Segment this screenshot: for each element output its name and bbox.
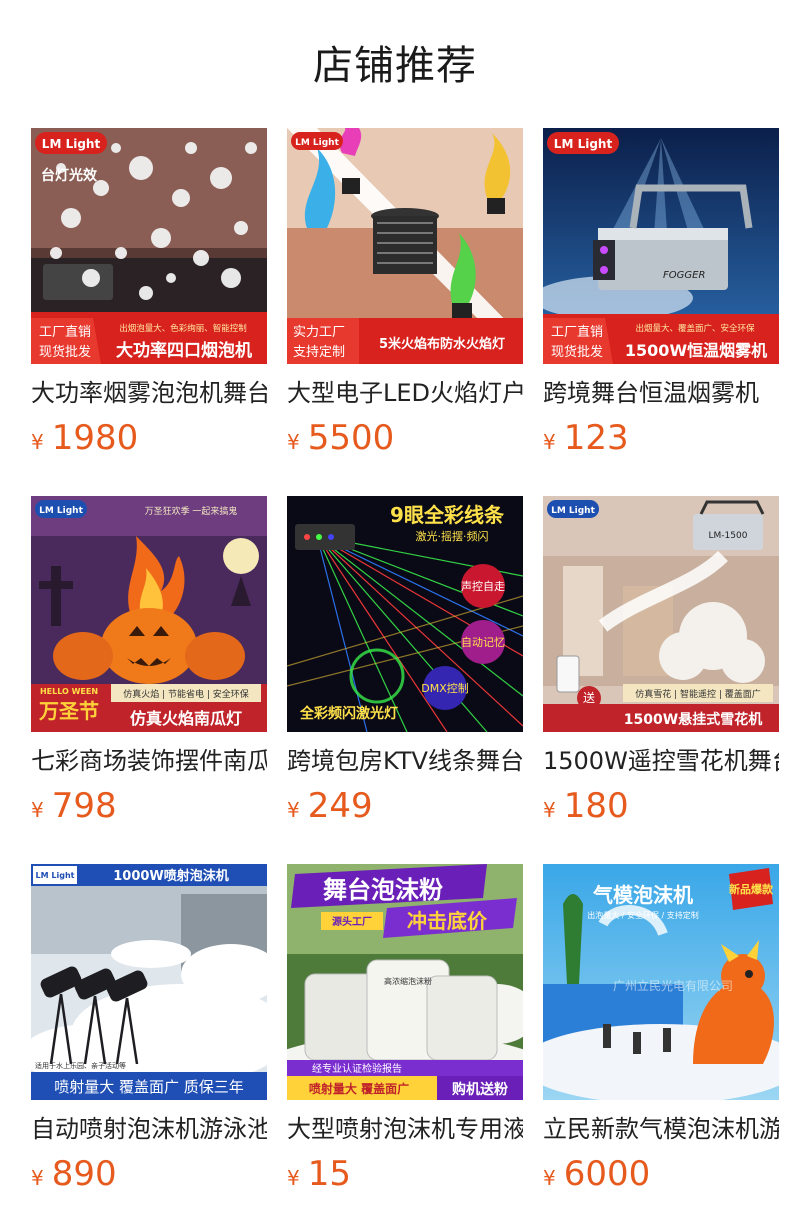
product-name[interactable]: 跨境舞台恒温烟雾机 [543, 376, 779, 410]
price-value: 123 [563, 418, 629, 458]
image-tagline: 仿真雪花 | 智能遥控 | 覆盖面广 [635, 688, 761, 700]
image-ribbon: 源头工厂 [332, 915, 372, 928]
currency-symbol: ¥ [543, 430, 556, 454]
price-value: 180 [563, 786, 629, 826]
price-value: 249 [307, 786, 373, 826]
image-headline: 5米火焰布防水火焰灯 [379, 336, 505, 352]
image-headline: 1500W恒温烟雾机 [625, 341, 767, 360]
currency-symbol: ¥ [287, 1166, 300, 1190]
image-tagline: 出烟泡量大、色彩绚丽、智能控制 [119, 323, 247, 334]
brand-logo: LM Light [39, 506, 83, 516]
image-headline: 1500W悬挂式雪花机 [624, 711, 762, 728]
product-price: ¥6000 [543, 1152, 650, 1196]
image-gift: 送 [583, 690, 595, 705]
currency-symbol: ¥ [543, 798, 556, 822]
image-strip: 经专业认证检验报告 [312, 1062, 402, 1075]
laser-light-image[interactable]: 9眼全彩线条 激光·摇摆·频闪 声控自走 自动记忆 DMX控制 全彩频闪激光灯 [287, 496, 523, 732]
price-value: 890 [51, 1154, 117, 1194]
product-price: ¥890 [31, 1152, 117, 1196]
image-subline: 出泡量大 / 安全环保 / 支持定制 [587, 910, 699, 920]
device-label: FOGGER [663, 270, 705, 281]
image-slogan: 冲击底价 [407, 909, 488, 933]
image-headline: 气模泡沫机 [592, 883, 693, 907]
image-bag-label: 高浓缩泡沫粉 [384, 976, 432, 986]
flame-light-image[interactable]: LM Light 实力工厂 支持定制 5米火焰布防水火焰灯 [287, 128, 523, 364]
fog-machine-image[interactable]: FOGGER LM Light 工厂直销 现货批发 出烟量大、覆盖面广、安全环保… [543, 128, 779, 364]
image-tagline: 仿真火焰 | 节能省电 | 安全环保 [123, 688, 249, 700]
pumpkin-flame-lamp-image[interactable]: LM Light 万圣狂欢季 一起来搞鬼 仿真火焰 | 节能省电 | 安全环保 … [31, 496, 267, 732]
image-sign: 台灯光效 [41, 167, 98, 184]
image-header-text: 万圣狂欢季 一起来搞鬼 [145, 505, 238, 517]
product-name[interactable]: 大功率烟雾泡泡机舞台 [31, 376, 267, 410]
image-headline: 仿真火焰南瓜灯 [130, 709, 242, 728]
price-value: 6000 [563, 1154, 651, 1194]
product-name[interactable]: 大型喷射泡沫机专用液 [287, 1112, 523, 1146]
currency-symbol: ¥ [287, 430, 300, 454]
foam-cannon-image[interactable]: LM Light 1000W喷射泡沫机 适用于水上乐园、亲子活动等 喷射量大 覆… [31, 864, 267, 1100]
price-value: 1980 [51, 418, 139, 458]
image-headline: 9眼全彩线条 [390, 503, 505, 527]
currency-symbol: ¥ [543, 1166, 556, 1190]
image-badge-line-2: 现货批发 [39, 344, 91, 360]
device-label: LM-1500 [709, 531, 748, 541]
image-headline: 大功率四口烟泡机 [116, 340, 252, 361]
price-value: 5500 [307, 418, 395, 458]
inflatable-foam-machine-image[interactable]: 气模泡沫机 出泡量大 / 安全环保 / 支持定制 新品爆款 广州立民光电有限公司 [543, 864, 779, 1100]
currency-symbol: ¥ [31, 430, 44, 454]
image-headline: 舞台泡沫粉 [323, 876, 443, 904]
currency-symbol: ¥ [31, 798, 44, 822]
price-value: 798 [51, 786, 117, 826]
brand-logo: LM Light [295, 138, 339, 148]
image-stamp: 万圣节 [38, 699, 99, 723]
product-name[interactable]: 立民新款气模泡沫机游乐 [543, 1112, 779, 1146]
brand-logo: LM Light [42, 137, 101, 151]
image-badge-line-1: 工厂直销 [39, 325, 91, 340]
image-bubble-2: 自动记忆 [461, 636, 505, 649]
bubble-machine-image[interactable]: LM Light 台灯光效 工厂直销 现货批发 出烟泡量大、色彩绚丽、智能控制 … [31, 128, 267, 364]
product-price: ¥180 [543, 784, 629, 828]
product-price: ¥798 [31, 784, 117, 828]
currency-symbol: ¥ [287, 798, 300, 822]
image-tagline: 出烟量大、覆盖面广、安全环保 [635, 323, 755, 334]
product-name[interactable]: 七彩商场装饰摆件南瓜灯 [31, 744, 267, 778]
product-name[interactable]: 1500W遥控雪花机舞台 [543, 744, 779, 778]
image-badge-line-2: 现货批发 [551, 344, 603, 360]
image-banner: 1000W喷射泡沫机 [113, 868, 229, 884]
image-badge: 新品爆款 [729, 882, 774, 896]
image-bubble-1: 声控自走 [461, 579, 505, 593]
product-name[interactable]: 跨境包房KTV线条舞台灯 [287, 744, 523, 778]
product-price: ¥15 [287, 1152, 351, 1196]
product-price: ¥123 [543, 416, 629, 460]
foam-powder-bags-image[interactable]: 高浓缩泡沫粉 舞台泡沫粉 冲击底价 源头工厂 经专业认证检验报告 喷射量大 覆盖… [287, 864, 523, 1100]
price-value: 15 [307, 1154, 351, 1194]
page-title: 店铺推荐 [313, 43, 477, 89]
image-note: 适用于水上乐园、亲子活动等 [35, 1061, 126, 1070]
brand-logo: LM Light [554, 137, 613, 151]
image-footer-left: 喷射量大 覆盖面广 [309, 1081, 409, 1096]
image-footer: 全彩频闪激光灯 [299, 705, 398, 722]
image-bubble-3: DMX控制 [421, 681, 469, 695]
image-badge-line-1: 工厂直销 [551, 325, 603, 340]
image-badge-line-2: 支持定制 [293, 345, 345, 360]
brand-logo: LM Light [36, 871, 75, 880]
image-subline: 激光·摇摆·频闪 [416, 529, 489, 543]
image-footer: 喷射量大 覆盖面广 质保三年 [54, 1078, 244, 1096]
product-price: ¥249 [287, 784, 373, 828]
image-watermark: 广州立民光电有限公司 [613, 978, 733, 993]
image-stamp-small: HELLO WEEN [40, 687, 98, 696]
product-price: ¥1980 [31, 416, 138, 460]
brand-logo: LM Light [551, 506, 595, 516]
snow-machine-image[interactable]: LM-1500 LM Light 仿真雪花 | 智能遥控 | 覆盖面广 送 15… [543, 496, 779, 732]
product-price: ¥5500 [287, 416, 394, 460]
product-name[interactable]: 大型电子LED火焰灯户外 [287, 376, 523, 410]
currency-symbol: ¥ [31, 1166, 44, 1190]
image-footer-right: 购机送粉 [452, 1081, 508, 1098]
product-name[interactable]: 自动喷射泡沫机游泳池 [31, 1112, 267, 1146]
image-badge-line-1: 实力工厂 [293, 325, 345, 340]
